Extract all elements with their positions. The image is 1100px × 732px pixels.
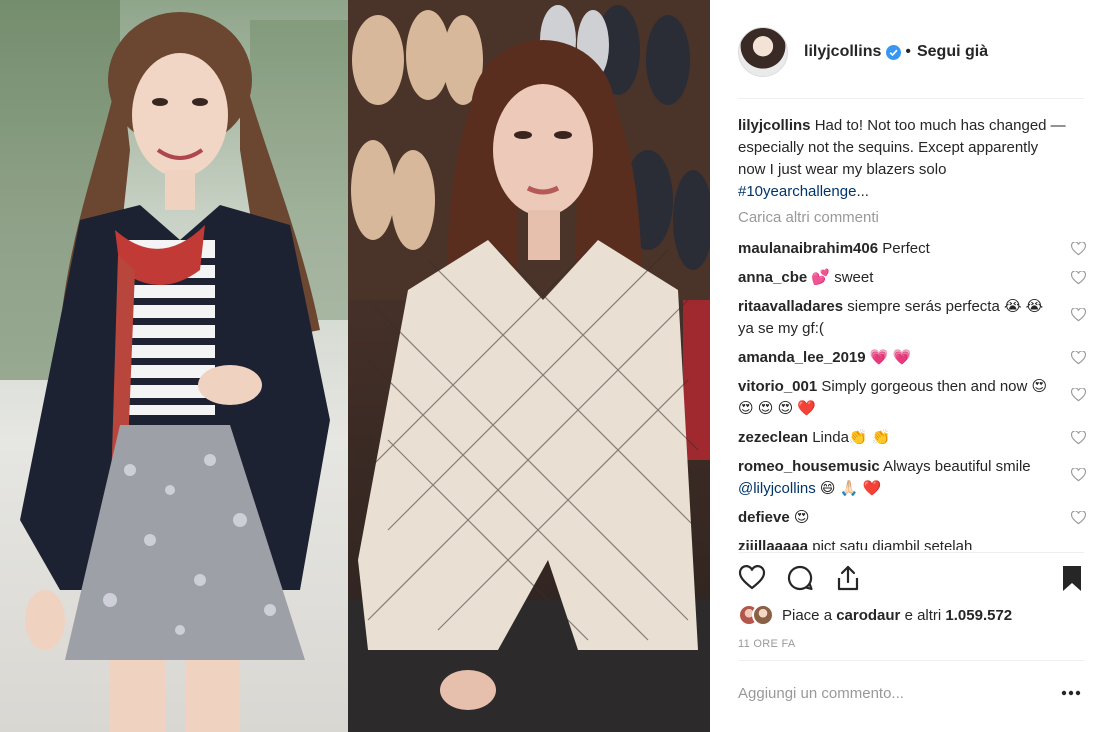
post-header: lilyjcollins • Segui già [738,26,1078,78]
comment-text: Linda👏 👏 [812,429,891,446]
comment-text: 😍 [793,509,810,526]
comment-text: Perfect [882,240,930,257]
author-avatar[interactable] [738,27,788,77]
comment-item: ritaavalladares siempre serás perfecta 😭… [738,296,1088,340]
likes-count[interactable]: 1.059.572 [945,607,1012,624]
likes-summary: Piace a carodaur e altri 1.059.572 [738,601,1012,629]
photo-right-illustration [348,0,710,732]
comment-item: zezeclean Linda👏 👏 [738,427,1088,449]
comment-text: Always beautiful smile [883,458,1031,475]
post-caption: lilyjcollins Had to! Not too much has ch… [738,115,1068,203]
comment-item: defieve 😍 [738,507,1088,529]
post-timestamp: 11 ORE FA [738,638,796,650]
comment-like-heart-icon[interactable] [1071,468,1086,482]
load-more-comments-link[interactable]: Carica altri commenti [738,209,879,226]
likes-middle: e altri [900,606,946,624]
comment-item: anna_cbe 💕 sweet [738,267,1088,289]
comment-username[interactable]: zezeclean [738,429,808,446]
comment-username[interactable]: vitorio_001 [738,378,817,395]
likes-text: Piace a carodaur e altri 1.059.572 [782,607,1012,624]
share-icon[interactable] [834,564,862,592]
comment-username[interactable]: ritaavalladares [738,298,843,315]
likes-prefix: Piace a [782,606,837,624]
caption-username[interactable]: lilyjcollins [738,117,811,134]
comment-like-heart-icon[interactable] [1071,351,1086,365]
comment-like-heart-icon[interactable] [1071,388,1086,402]
comment-username[interactable]: amanda_lee_2019 [738,349,866,366]
comment-like-heart-icon[interactable] [1071,271,1086,285]
post-details-panel: lilyjcollins • Segui già lilyjcollins Ha… [712,0,1100,732]
comment-like-heart-icon[interactable] [1071,308,1086,322]
verified-badge-icon [886,44,902,60]
comment-like-heart-icon[interactable] [1071,511,1086,525]
caption-ellipsis: ... [856,183,869,200]
comment-icon[interactable] [786,564,814,592]
follow-status-button[interactable]: Segui già [917,43,988,61]
footer-divider [738,660,1084,661]
bookmark-icon[interactable] [1058,564,1086,592]
comment-text: 💕 sweet [811,269,874,286]
comment-item: maulanaibrahim406 Perfect [738,238,1088,260]
liker-avatar[interactable] [752,604,774,626]
add-comment-input[interactable]: Aggiungi un commento... [738,685,904,702]
photo-left-illustration [0,0,348,732]
comment-like-heart-icon[interactable] [1071,431,1086,445]
comment-item: romeo_housemusic Always beautiful smile … [738,456,1088,500]
heart-icon[interactable] [738,564,766,592]
comment-like-heart-icon[interactable] [1071,242,1086,256]
comment-text: pict satu diambil setelah [812,538,973,550]
header-separator: • [905,43,911,60]
author-username[interactable]: lilyjcollins [804,43,881,61]
comments-list: maulanaibrahim406 Perfect anna_cbe 💕 swe… [738,238,1088,550]
post-photo-left [0,0,348,732]
comments-divider [738,552,1084,553]
more-options-icon[interactable] [1060,686,1082,700]
comment-mention[interactable]: @lilyjcollins [738,480,816,497]
action-bar [738,564,1084,594]
comment-text-after-mention: 😄 🙏🏻 ❤️ [815,480,882,497]
comment-item: vitorio_001 Simply gorgeous then and now… [738,376,1088,420]
caption-hashtag[interactable]: #10yearchallenge [738,183,856,200]
comment-username[interactable]: maulanaibrahim406 [738,240,878,257]
comment-username[interactable]: ziiillaaaaa [738,538,808,550]
comment-item: ziiillaaaaa pict satu diambil setelah [738,536,1088,550]
comment-username[interactable]: defieve [738,509,790,526]
first-liker-username[interactable]: carodaur [836,607,900,624]
header-divider [738,98,1084,99]
comment-username[interactable]: anna_cbe [738,269,807,286]
comment-username[interactable]: romeo_housemusic [738,458,880,475]
post-photo-right [348,0,710,732]
comment-text: 💗 💗 [869,349,912,366]
comment-item: amanda_lee_2019 💗 💗 [738,347,1088,369]
